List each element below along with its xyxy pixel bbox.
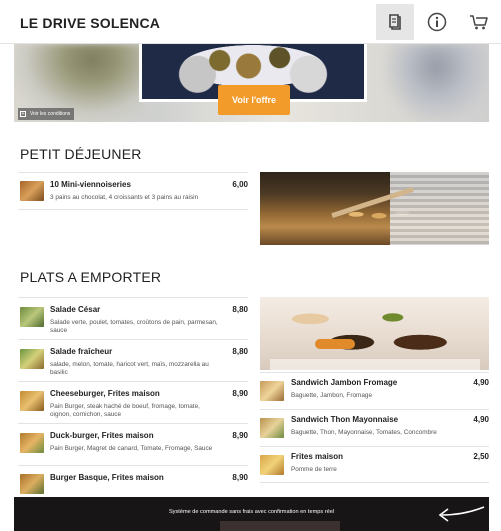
order-info-message: Système de commande sans frais avec conf…	[168, 509, 335, 515]
list-item[interactable]: Frites maison 2,50 Pomme de terre	[260, 446, 489, 483]
banner-background-right	[384, 44, 489, 122]
breakfast-list: 10 Mini-viennoiseries 6,00 3 pains au ch…	[18, 172, 248, 210]
item-thumbnail	[20, 433, 44, 453]
item-description: Baguette, Jambon, Fromage	[291, 392, 372, 399]
item-thumbnail	[260, 381, 284, 401]
order-info-bar: Système de commande sans frais avec conf…	[14, 497, 489, 531]
takeaway-list: Salade César 8,80 Salade verte, poulet, …	[18, 297, 248, 494]
item-name: Burger Basque, Frites maison	[50, 473, 164, 482]
item-thumbnail	[20, 349, 44, 369]
item-thumbnail	[260, 418, 284, 438]
item-description: Pomme de terre	[291, 466, 337, 473]
item-description: Pain Burger, Magret de canard, Tomate, F…	[50, 445, 213, 452]
item-description: salade, melon, tomate, haricot vert, maï…	[50, 361, 209, 376]
plus-icon: +	[20, 111, 26, 117]
item-thumbnail	[20, 474, 44, 494]
conditions-link[interactable]: + Voir les conditions	[18, 108, 75, 120]
list-item[interactable]: Salade fraîcheur 8,80 salade, melon, tom…	[18, 339, 248, 381]
item-price: 8,80	[232, 305, 248, 314]
item-thumbnail	[20, 307, 44, 327]
book-menu-icon	[389, 14, 401, 30]
item-thumbnail	[260, 455, 284, 475]
item-description: Pain Burger, steak haché de boeuf, froma…	[50, 403, 200, 418]
item-thumbnail	[20, 391, 44, 411]
list-item[interactable]: Cheeseburger, Frites maison 8,90 Pain Bu…	[18, 381, 248, 423]
section-title-takeaway: PLATS A EMPORTER	[20, 269, 162, 285]
item-price: 8,90	[232, 473, 248, 482]
item-name: Sandwich Thon Mayonnaise	[291, 415, 399, 424]
list-item[interactable]: Sandwich Jambon Fromage 4,90 Baguette, J…	[260, 372, 489, 409]
brand-title[interactable]: LE DRIVE SOLENCA	[20, 15, 160, 31]
order-button[interactable]	[220, 521, 340, 531]
item-thumbnail	[20, 181, 44, 201]
item-price: 8,90	[232, 431, 248, 440]
info-icon	[427, 12, 447, 32]
cart-icon	[470, 15, 488, 30]
item-price: 2,50	[473, 452, 489, 461]
item-name: Cheeseburger, Frites maison	[50, 389, 160, 398]
promo-banner: Voir l'offre + Voir les conditions	[14, 44, 489, 122]
item-name: Sandwich Jambon Fromage	[291, 378, 398, 387]
takeaway-list-right: Sandwich Jambon Fromage 4,90 Baguette, J…	[260, 372, 489, 483]
list-item[interactable]: Burger Basque, Frites maison 8,90	[18, 465, 248, 494]
list-item[interactable]: Duck-burger, Frites maison 8,90 Pain Bur…	[18, 423, 248, 465]
section-title-breakfast: PETIT DÉJEUNER	[20, 146, 142, 162]
item-name: Salade fraîcheur	[50, 347, 113, 356]
item-price: 8,80	[232, 347, 248, 356]
list-item[interactable]: Sandwich Thon Mayonnaise 4,90 Baguette, …	[260, 409, 489, 446]
item-description: 3 pains au chocolat, 4 croissants et 3 p…	[50, 194, 199, 201]
item-price: 4,90	[473, 378, 489, 387]
item-name: Duck-burger, Frites maison	[50, 431, 154, 440]
list-item[interactable]: Salade César 8,80 Salade verte, poulet, …	[18, 297, 248, 339]
cart-button[interactable]	[460, 4, 498, 40]
info-button[interactable]	[418, 4, 456, 40]
list-item[interactable]: 10 Mini-viennoiseries 6,00 3 pains au ch…	[18, 172, 248, 210]
item-name: 10 Mini-viennoiseries	[50, 180, 131, 189]
item-price: 4,90	[473, 415, 489, 424]
takeaway-photo	[260, 297, 489, 370]
item-description: Baguette, Thon, Mayonnaise, Tomates, Con…	[291, 429, 437, 436]
item-price: 8,90	[232, 389, 248, 398]
item-name: Salade César	[50, 305, 101, 314]
conditions-label: Voir les conditions	[30, 111, 71, 117]
item-price: 6,00	[232, 180, 248, 189]
item-name: Frites maison	[291, 452, 344, 461]
see-offer-button[interactable]: Voir l'offre	[218, 85, 290, 115]
item-description: Salade verte, poulet, tomates, croûtons …	[50, 319, 218, 334]
breakfast-photo	[260, 172, 489, 245]
menu-button[interactable]	[376, 4, 414, 40]
header-bar: LE DRIVE SOLENCA	[0, 0, 501, 44]
arrow-left-icon[interactable]	[434, 503, 490, 527]
